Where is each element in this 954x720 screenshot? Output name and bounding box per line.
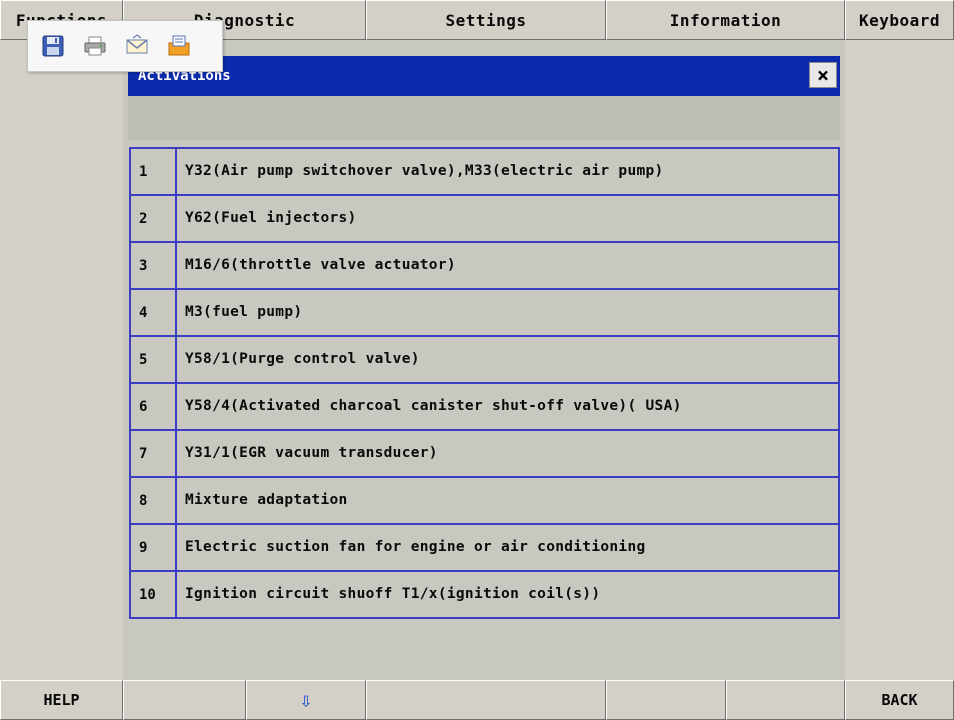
f5-button[interactable] bbox=[606, 680, 726, 720]
list-item[interactable]: 2 Y62(Fuel injectors) bbox=[129, 194, 840, 243]
bottom-button-bar: HELP ⇩ BACK bbox=[0, 680, 954, 720]
list-item[interactable]: 4 M3(fuel pump) bbox=[129, 288, 840, 337]
item-number: 3 bbox=[131, 243, 177, 288]
item-label: Mixture adaptation bbox=[185, 492, 348, 508]
item-label: M16/6(throttle valve actuator) bbox=[185, 257, 456, 273]
item-number: 2 bbox=[131, 196, 177, 241]
help-button[interactable]: HELP bbox=[0, 680, 123, 720]
tab-information[interactable]: Information bbox=[606, 0, 845, 40]
item-number: 9 bbox=[131, 525, 177, 570]
dialog-title-bar: Activations × bbox=[128, 56, 840, 96]
list-item[interactable]: 1 Y32(Air pump switchover valve),M33(elec… bbox=[129, 147, 840, 196]
item-number: 6 bbox=[131, 384, 177, 429]
tab-keyboard[interactable]: Keyboard bbox=[845, 0, 954, 40]
item-number: 4 bbox=[131, 290, 177, 335]
list-item[interactable]: 9 Electric suction fan for engine or air … bbox=[129, 523, 840, 572]
back-button[interactable]: BACK bbox=[845, 680, 954, 720]
item-number: 5 bbox=[131, 337, 177, 382]
item-label: Ignition circuit shuoff T1/x(ignition co… bbox=[185, 586, 601, 602]
list-item[interactable]: 7 Y31/1(EGR vacuum transducer) bbox=[129, 429, 840, 478]
item-number: 8 bbox=[131, 478, 177, 523]
scroll-down-button[interactable]: ⇩ bbox=[246, 680, 366, 720]
down-arrow-icon: ⇩ bbox=[299, 688, 313, 712]
list-item[interactable]: 10 Ignition circuit shuoff T1/x(ignition … bbox=[129, 570, 840, 619]
list-item[interactable]: 6 Y58/4(Activated charcoal canister shut-… bbox=[129, 382, 840, 431]
item-label: Y58/4(Activated charcoal canister shut-o… bbox=[185, 398, 682, 414]
item-label: Y62(Fuel injectors) bbox=[185, 210, 357, 226]
f6-button[interactable] bbox=[726, 680, 845, 720]
print-icon[interactable] bbox=[80, 31, 110, 61]
activations-dialog: Activations × 1 Y32(Air pump switchover v… bbox=[123, 40, 845, 680]
item-label: Y31/1(EGR vacuum transducer) bbox=[185, 445, 438, 461]
list-item[interactable]: 8 Mixture adaptation bbox=[129, 476, 840, 525]
item-label: Electric suction fan for engine or air c… bbox=[185, 539, 646, 555]
item-label: Y58/1(Purge control valve) bbox=[185, 351, 420, 367]
activations-list: 1 Y32(Air pump switchover valve),M33(elec… bbox=[129, 147, 840, 619]
item-number: 7 bbox=[131, 431, 177, 476]
email-icon[interactable] bbox=[122, 31, 152, 61]
export-icon[interactable] bbox=[164, 31, 194, 61]
item-label: Y32(Air pump switchover valve),M33(elect… bbox=[185, 163, 664, 179]
item-label: M3(fuel pump) bbox=[185, 304, 303, 320]
close-icon: × bbox=[816, 63, 830, 87]
list-item[interactable]: 3 M16/6(throttle valve actuator) bbox=[129, 241, 840, 290]
right-side-panel bbox=[845, 40, 954, 680]
quick-toolbar bbox=[27, 20, 223, 72]
tab-settings[interactable]: Settings bbox=[366, 0, 606, 40]
close-button[interactable]: × bbox=[809, 62, 837, 88]
f4-button[interactable] bbox=[366, 680, 606, 720]
dialog-header-band bbox=[128, 96, 840, 140]
left-side-panel bbox=[0, 40, 123, 680]
item-number: 10 bbox=[131, 572, 177, 617]
list-item[interactable]: 5 Y58/1(Purge control valve) bbox=[129, 335, 840, 384]
item-number: 1 bbox=[131, 149, 177, 194]
save-icon[interactable] bbox=[38, 31, 68, 61]
f2-button[interactable] bbox=[123, 680, 246, 720]
